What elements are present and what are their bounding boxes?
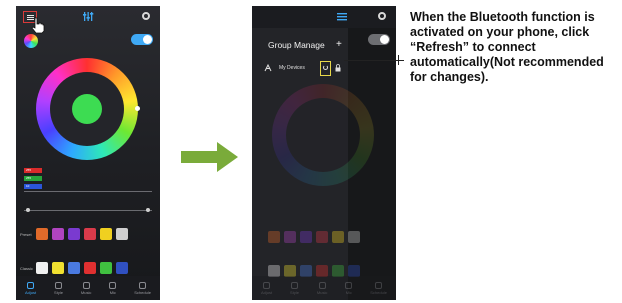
classic-row: Classic <box>20 261 132 275</box>
bluetooth-device-icon <box>264 64 272 72</box>
my-devices-label: My Devices <box>279 65 305 71</box>
refresh-button[interactable] <box>320 61 331 76</box>
background-swatch <box>284 231 296 243</box>
brightness-slider-max-knob[interactable] <box>146 208 150 212</box>
color-wheel-center <box>50 72 124 146</box>
red-value[interactable]: 255 <box>24 168 42 173</box>
nav-adjust[interactable]: Adjust <box>260 281 273 295</box>
nav-label: Mic <box>345 289 352 295</box>
gear-icon[interactable] <box>378 12 386 20</box>
group-manage-title: Group Manage <box>268 40 325 50</box>
style-icon <box>55 281 62 289</box>
preset-row: Preset <box>20 227 132 241</box>
lock-icon[interactable] <box>335 64 341 72</box>
page: 255 255 10 Preset Classic Adjust Style M… <box>0 0 622 303</box>
preset-swatch[interactable] <box>116 228 128 240</box>
nav-label: Adjust <box>24 289 37 295</box>
nav-style[interactable]: Style <box>290 281 299 295</box>
phone-group-manage-screen: Group Manage + My Devices Adjust Style M… <box>252 6 396 300</box>
style-icon <box>291 281 298 289</box>
classic-swatch[interactable] <box>36 262 48 274</box>
classic-label: Classic <box>20 265 33 271</box>
blue-value[interactable]: 10 <box>24 184 42 189</box>
background-swatch <box>332 231 344 243</box>
mic-icon <box>345 281 353 289</box>
color-wheel[interactable] <box>36 58 140 160</box>
list-icon[interactable] <box>336 11 348 22</box>
nav-label: Music <box>316 289 328 295</box>
callout-line <box>344 60 404 61</box>
nav-label: Style <box>290 289 299 295</box>
preset-swatch[interactable] <box>84 228 96 240</box>
background-wheel-center <box>286 98 360 172</box>
preset-swatch[interactable] <box>36 228 48 240</box>
power-toggle[interactable] <box>131 34 153 45</box>
my-devices-row[interactable]: My Devices <box>252 60 348 78</box>
classic-swatch[interactable] <box>84 262 96 274</box>
bottom-nav: Adjust Style Music Mic Schedule <box>252 276 396 300</box>
preset-swatch[interactable] <box>100 228 112 240</box>
music-icon <box>82 281 90 289</box>
brightness-slider-min-knob[interactable] <box>26 208 30 212</box>
background-swatch <box>348 231 360 243</box>
classic-swatch[interactable] <box>68 262 80 274</box>
divider <box>24 191 152 192</box>
right-arrow-icon <box>181 142 238 172</box>
nav-style[interactable]: Style <box>54 281 63 295</box>
classic-swatch[interactable] <box>116 262 128 274</box>
nav-schedule[interactable]: Schedule <box>370 281 387 295</box>
preset-swatch[interactable] <box>68 228 80 240</box>
nav-music[interactable]: Music <box>80 281 92 295</box>
sliders-icon[interactable] <box>82 11 94 22</box>
nav-label: Style <box>54 289 63 295</box>
pointer-hand-icon <box>31 17 45 34</box>
preset-label: Preset <box>20 231 32 237</box>
gear-icon[interactable] <box>142 12 150 20</box>
instruction-note: When the Bluetooth function is activated… <box>410 10 604 84</box>
nav-label: Schedule <box>370 289 387 295</box>
bottom-nav: Adjust Style Music Mic Schedule <box>16 276 160 300</box>
background-color-wheel <box>272 84 374 186</box>
nav-adjust[interactable]: Adjust <box>24 281 37 295</box>
classic-swatch[interactable] <box>100 262 112 274</box>
selected-color-preview <box>72 94 102 124</box>
callout-tick <box>398 55 399 65</box>
nav-label: Mic <box>109 289 116 295</box>
background-swatch <box>300 231 312 243</box>
music-icon <box>318 281 326 289</box>
background-swatch <box>316 231 328 243</box>
green-value[interactable]: 255 <box>24 176 42 181</box>
nav-music[interactable]: Music <box>316 281 328 295</box>
brightness-slider-track[interactable] <box>24 210 152 211</box>
power-toggle[interactable] <box>368 34 390 45</box>
top-bar <box>16 6 160 34</box>
mic-icon <box>109 281 117 289</box>
nav-label: Adjust <box>260 289 273 295</box>
nav-schedule[interactable]: Schedule <box>134 281 151 295</box>
rgb-values: 255 255 10 <box>24 168 42 192</box>
background-swatch <box>268 231 280 243</box>
adjust-icon <box>27 281 35 289</box>
add-group-button[interactable]: + <box>336 39 342 50</box>
color-wheel-handle[interactable] <box>135 106 140 111</box>
nav-mic[interactable]: Mic <box>345 281 353 295</box>
schedule-icon <box>139 281 147 289</box>
adjust-icon <box>263 281 271 289</box>
top-bar <box>252 6 396 28</box>
refresh-icon <box>323 65 328 70</box>
nav-mic[interactable]: Mic <box>109 281 117 295</box>
schedule-icon <box>375 281 383 289</box>
nav-label: Music <box>80 289 92 295</box>
rgb-mode-icon[interactable] <box>24 34 38 48</box>
background-preset-row <box>268 230 364 244</box>
nav-label: Schedule <box>134 289 151 295</box>
preset-swatch[interactable] <box>52 228 64 240</box>
phone-adjust-screen: 255 255 10 Preset Classic Adjust Style M… <box>16 6 160 300</box>
classic-swatch[interactable] <box>52 262 64 274</box>
